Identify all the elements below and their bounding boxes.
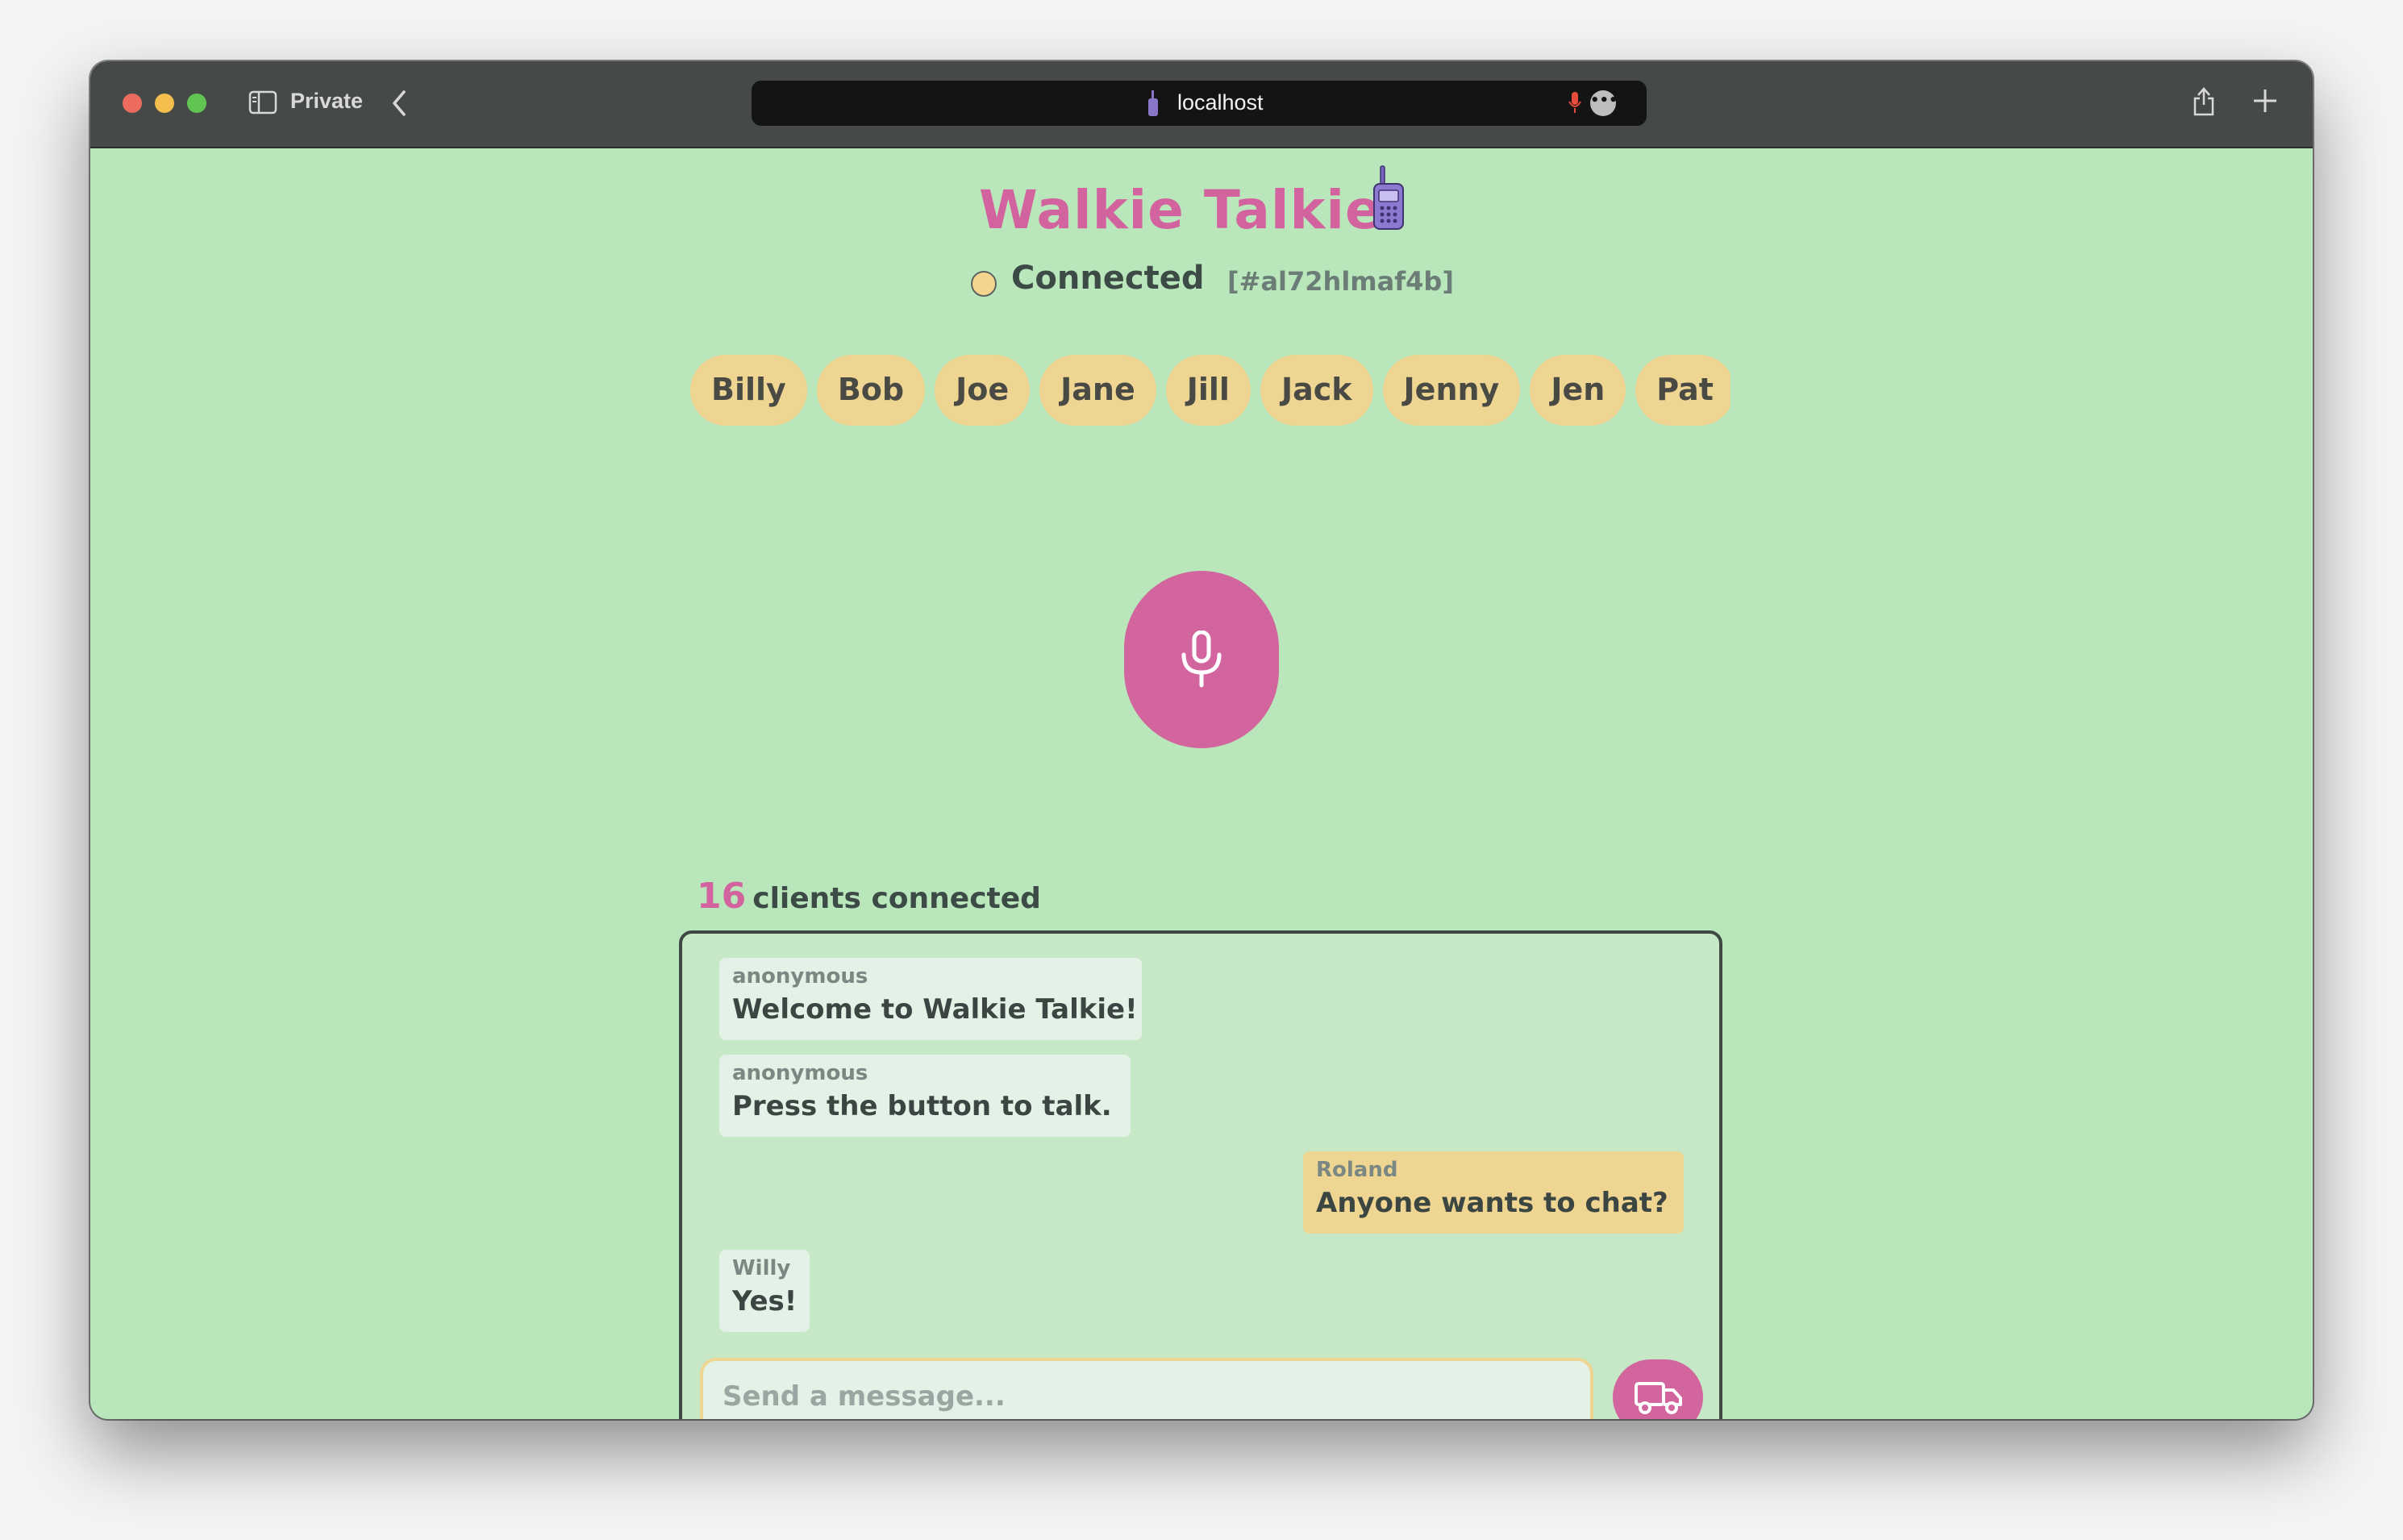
message-author: Roland [1316,1158,1398,1182]
message-author: anonymous [732,964,868,989]
sidebar-toggle-icon[interactable] [248,90,277,118]
user-chip[interactable]: Jack [1260,355,1373,426]
message-author: anonymous [732,1061,868,1085]
user-chip[interactable]: Jane [1039,355,1156,426]
share-icon[interactable] [2192,85,2216,121]
message-author: Willy [732,1256,791,1280]
browser-window: Private localhost ••• Walkie Talkie Conn… [90,61,2313,1419]
page-content: Walkie Talkie Connected [#al72hlmaf4b] B… [90,148,2313,1419]
message-text: Anyone wants to chat? [1316,1187,1668,1219]
private-mode-label: Private [290,89,364,113]
walkie-talkie-icon [1369,164,1410,235]
new-tab-plus-icon[interactable] [2251,87,2279,118]
chat-message: anonymous Press the button to talk. [719,1055,1131,1137]
message-text: Yes! [732,1285,798,1317]
push-to-talk-button[interactable] [1124,571,1279,748]
chat-panel: anonymous Welcome to Walkie Talkie! anon… [679,930,1722,1419]
status-indicator-icon [971,271,997,297]
user-chip[interactable]: Bob [816,355,926,426]
status-text: Connected [1011,260,1205,297]
send-button[interactable] [1613,1359,1703,1419]
close-window-button[interactable] [123,94,142,113]
user-chip[interactable]: Jen [1530,355,1626,426]
users-list: Billy Bob Joe Jane Jill Jack Jenny Jen Pat [690,355,1730,432]
user-chip[interactable]: Pat [1635,355,1730,426]
url-text: localhost [1177,90,1264,114]
more-options-icon[interactable]: ••• [1590,90,1618,116]
user-chip[interactable]: Jenny [1382,355,1521,426]
user-chip[interactable]: Jill [1165,355,1251,426]
microphone-icon [1181,631,1222,688]
page-title: Walkie Talkie [979,179,1382,241]
message-text: Press the button to talk. [732,1090,1112,1122]
clients-label: clients connected [752,882,1041,915]
user-chip[interactable]: Billy [690,355,807,426]
walkie-talkie-favicon-icon [1145,89,1161,121]
address-bar[interactable]: localhost ••• [752,81,1647,126]
maximize-window-button[interactable] [187,94,206,113]
browser-toolbar: Private localhost ••• [90,61,2313,148]
session-id: [#al72hlmaf4b] [1227,266,1454,297]
chat-message: anonymous Welcome to Walkie Talkie! [719,958,1142,1040]
minimize-window-button[interactable] [155,94,174,113]
truck-icon [1635,1382,1682,1414]
clients-counter: 16 clients connected [697,876,1041,924]
user-chip[interactable]: Joe [935,355,1031,426]
chat-message: Willy Yes! [719,1250,810,1332]
clients-count: 16 [697,876,747,917]
message-input[interactable] [700,1358,1593,1419]
microphone-in-use-icon[interactable] [1568,90,1582,119]
chat-message-own: Roland Anyone wants to chat? [1303,1151,1684,1234]
message-text: Welcome to Walkie Talkie! [732,993,1138,1026]
back-arrow-icon[interactable] [390,89,408,121]
